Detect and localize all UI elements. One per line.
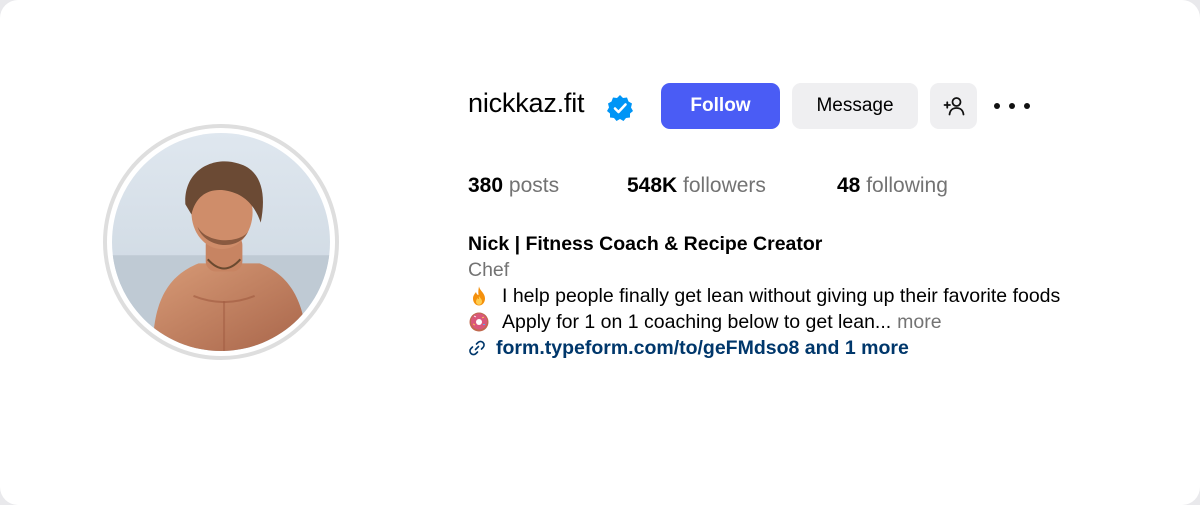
bio-link-text[interactable]: form.typeform.com/to/geFMdso8 and 1 more (496, 335, 909, 361)
posts-stat[interactable]: 380 posts (468, 174, 559, 198)
following-stat[interactable]: 48 following (837, 174, 948, 198)
bio-line-2: Apply for 1 on 1 coaching below to get l… (468, 309, 1060, 335)
link-icon (469, 340, 485, 356)
follow-button[interactable]: Follow (661, 83, 780, 129)
posts-count: 380 (468, 174, 504, 197)
profile-bio: Nick | Fitness Coach & Recipe Creator Ch… (468, 231, 1060, 361)
posts-label: posts (508, 174, 560, 197)
bio-link[interactable]: form.typeform.com/to/geFMdso8 and 1 more (468, 335, 1060, 361)
more-options-icon[interactable] (994, 96, 1030, 116)
dot (1009, 103, 1015, 109)
donut-emoji-icon (469, 312, 489, 332)
bio-line-1: I help people finally get lean without g… (468, 283, 1060, 309)
following-count: 48 (837, 174, 861, 197)
fire-emoji-icon (473, 286, 485, 306)
profile-avatar[interactable] (112, 133, 330, 351)
bio-more-link[interactable]: more (897, 309, 941, 335)
bio-name: Nick | Fitness Coach & Recipe Creator (468, 233, 823, 255)
profile-card: nickkaz.fit Follow Message 380 posts 548… (0, 0, 1200, 505)
followers-stat[interactable]: 548K followers (627, 174, 766, 198)
verified-badge-icon (607, 95, 633, 121)
add-user-button[interactable] (930, 83, 977, 129)
message-button[interactable]: Message (792, 83, 918, 129)
profile-avatar-ring[interactable] (103, 124, 339, 360)
followers-count: 548K (627, 174, 678, 197)
bio-category: Chef (468, 259, 510, 281)
dot (994, 103, 1000, 109)
bio-line-2-text: Apply for 1 on 1 coaching below to get l… (502, 311, 892, 333)
followers-label: followers (683, 174, 766, 197)
following-label: following (866, 174, 948, 197)
dot (1024, 103, 1030, 109)
avatar-image (112, 133, 330, 351)
bio-line-1-text: I help people finally get lean without g… (502, 285, 1061, 307)
add-user-icon (943, 97, 964, 116)
profile-username: nickkaz.fit (468, 88, 585, 118)
